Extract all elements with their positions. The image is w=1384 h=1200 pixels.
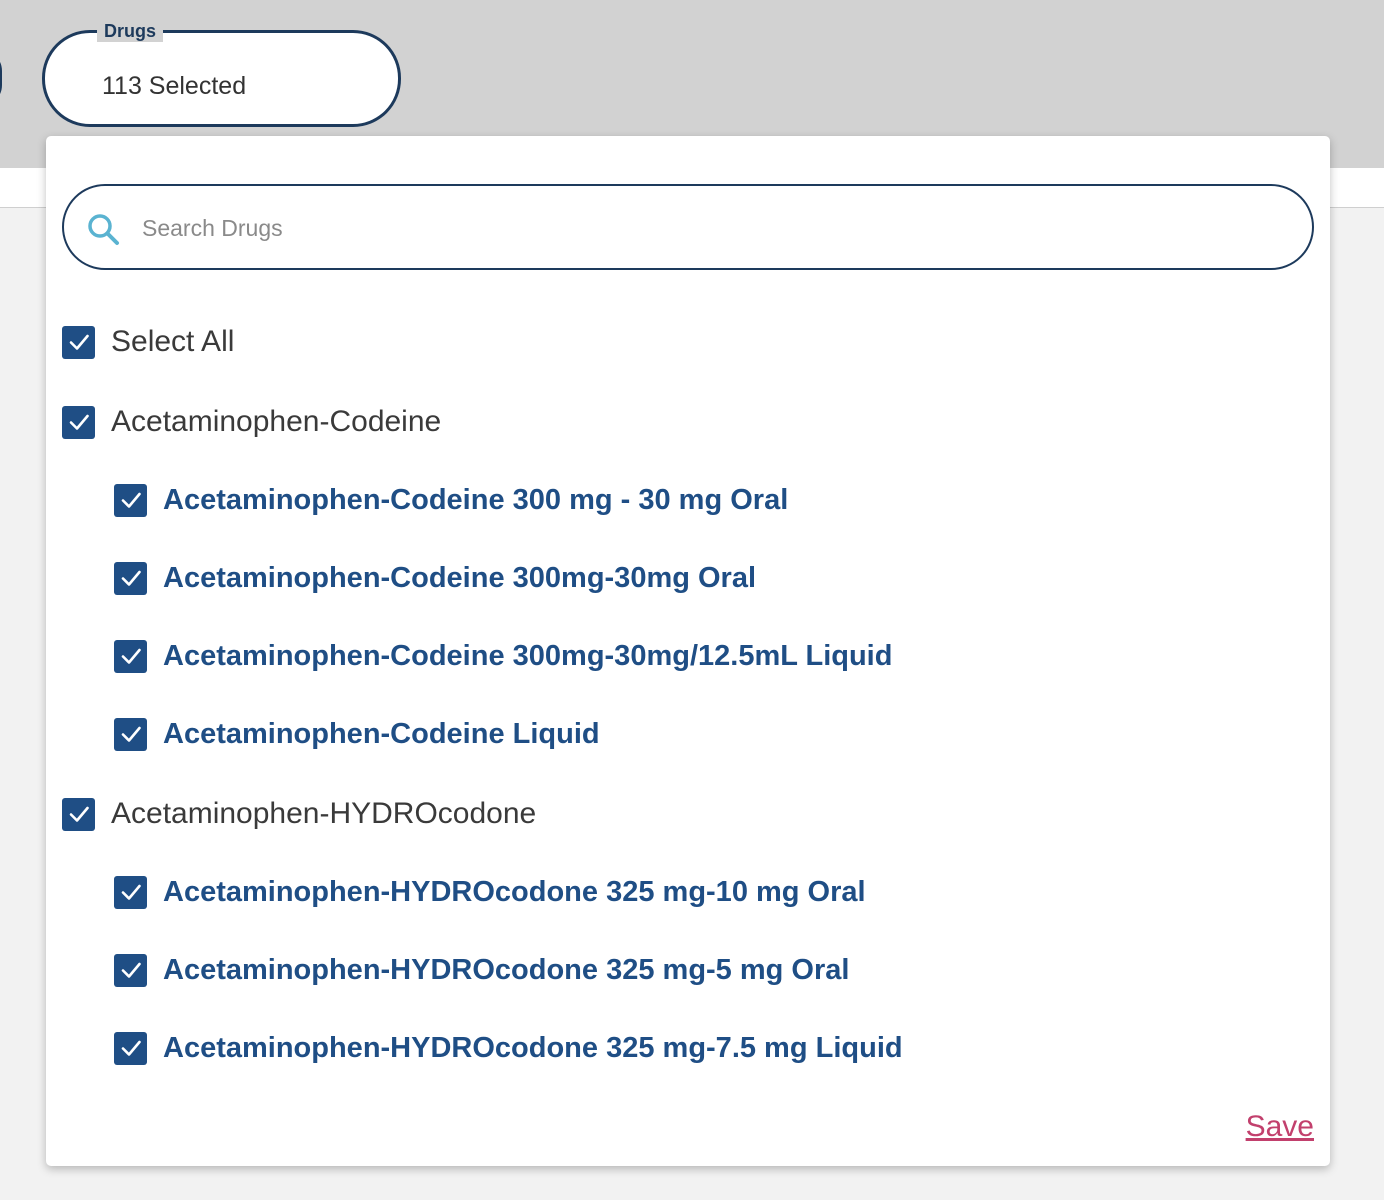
drug-item-label: Acetaminophen-HYDROcodone 325 mg-7.5 mg … bbox=[163, 1032, 903, 1064]
checkmark-icon bbox=[69, 806, 89, 822]
drug-item-label: Acetaminophen-HYDROcodone 325 mg-5 mg Or… bbox=[163, 954, 850, 986]
group-checkbox[interactable] bbox=[62, 797, 95, 831]
checkmark-icon bbox=[121, 648, 141, 664]
checkmark-icon bbox=[121, 726, 141, 742]
search-drugs-input[interactable] bbox=[142, 210, 1282, 246]
drugs-filter-label: Drugs bbox=[97, 20, 164, 42]
drug-item-row[interactable]: Acetaminophen-Codeine 300mg-30mg Oral bbox=[114, 558, 756, 598]
drug-item-checkbox[interactable] bbox=[114, 953, 147, 987]
group-label: Acetaminophen-HYDROcodone bbox=[111, 797, 537, 830]
checkmark-icon bbox=[121, 962, 141, 978]
checkmark-icon bbox=[121, 1040, 141, 1056]
drug-item-row[interactable]: Acetaminophen-HYDROcodone 325 mg-10 mg O… bbox=[114, 872, 866, 912]
select-all-row[interactable]: Select All bbox=[62, 322, 234, 362]
drug-item-checkbox[interactable] bbox=[114, 483, 147, 517]
checkmark-icon bbox=[121, 884, 141, 900]
drug-item-label: Acetaminophen-Codeine Liquid bbox=[163, 718, 600, 750]
checkmark-icon bbox=[121, 570, 141, 586]
drugs-dropdown-panel: Select All Acetaminophen-Codeine Acetami… bbox=[46, 136, 1330, 1166]
group-row-acetaminophen-codeine[interactable]: Acetaminophen-Codeine bbox=[62, 402, 441, 442]
drug-item-checkbox[interactable] bbox=[114, 561, 147, 595]
drugs-filter-value: 113 Selected bbox=[102, 72, 247, 100]
drug-item-checkbox[interactable] bbox=[114, 1031, 147, 1065]
drug-item-label: Acetaminophen-Codeine 300mg-30mg/12.5mL … bbox=[163, 640, 893, 672]
select-all-label: Select All bbox=[111, 325, 235, 358]
drug-item-checkbox[interactable] bbox=[114, 717, 147, 751]
save-button[interactable]: Save bbox=[1246, 1110, 1314, 1144]
group-checkbox[interactable] bbox=[62, 405, 95, 439]
group-row-acetaminophen-hydrocodone[interactable]: Acetaminophen-HYDROcodone bbox=[62, 794, 536, 834]
drug-item-row[interactable]: Acetaminophen-Codeine Liquid bbox=[114, 714, 600, 754]
search-icon bbox=[88, 214, 119, 245]
drug-item-row[interactable]: Acetaminophen-Codeine 300 mg - 30 mg Ora… bbox=[114, 480, 788, 520]
drugs-filter-field[interactable]: Drugs 113 Selected bbox=[42, 20, 401, 127]
drug-item-label: Acetaminophen-HYDROcodone 325 mg-10 mg O… bbox=[163, 876, 866, 908]
drug-item-checkbox[interactable] bbox=[114, 875, 147, 909]
group-label: Acetaminophen-Codeine bbox=[111, 405, 442, 438]
drug-item-row[interactable]: Acetaminophen-HYDROcodone 325 mg-5 mg Or… bbox=[114, 950, 849, 990]
checkmark-icon bbox=[69, 414, 89, 430]
drug-item-row[interactable]: Acetaminophen-Codeine 300mg-30mg/12.5mL … bbox=[114, 636, 892, 676]
drug-item-label: Acetaminophen-Codeine 300mg-30mg Oral bbox=[163, 562, 757, 594]
checkmark-icon bbox=[121, 492, 141, 508]
drug-item-label: Acetaminophen-Codeine 300 mg - 30 mg Ora… bbox=[163, 484, 789, 516]
select-all-checkbox[interactable] bbox=[62, 325, 95, 359]
drug-item-row[interactable]: Acetaminophen-HYDROcodone 325 mg-7.5 mg … bbox=[114, 1028, 903, 1068]
search-box[interactable] bbox=[62, 184, 1314, 270]
checkmark-icon bbox=[69, 334, 89, 350]
drug-item-checkbox[interactable] bbox=[114, 639, 147, 673]
